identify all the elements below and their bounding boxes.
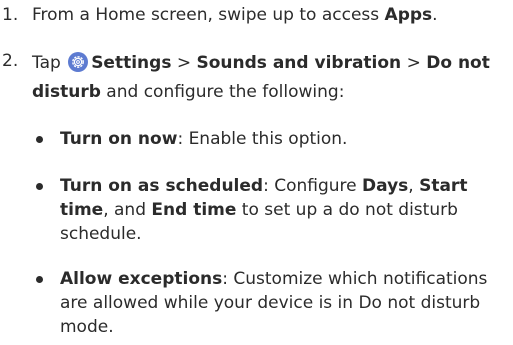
step-text: Tap Settings > Sounds and vibration > Do… bbox=[32, 49, 505, 107]
step-text: From a Home screen, swipe up to access A… bbox=[32, 3, 505, 27]
step-text-part: and configure the following: bbox=[100, 82, 345, 102]
option-description: : Configure bbox=[263, 176, 363, 196]
step-text-part: Tap bbox=[32, 53, 67, 73]
option-name: Turn on now bbox=[60, 129, 178, 149]
bullet-text: Allow exceptions: Customize which notifi… bbox=[60, 267, 506, 339]
step-text-part: . bbox=[432, 5, 438, 25]
step-number: 1. bbox=[2, 5, 19, 25]
end-time-label: End time bbox=[151, 200, 237, 220]
settings-gear-icon bbox=[68, 52, 89, 72]
settings-label: Settings bbox=[91, 53, 172, 73]
step-text-part: > bbox=[171, 53, 197, 73]
apps-label: Apps bbox=[384, 5, 433, 25]
bullet-text: Turn on now: Enable this option. bbox=[60, 127, 506, 151]
step-text-part: From a Home screen, swipe up to access bbox=[32, 5, 385, 25]
days-label: Days bbox=[362, 176, 409, 196]
sounds-and-vibration-label: Sounds and vibration bbox=[196, 53, 402, 73]
option-description: , bbox=[408, 176, 420, 196]
bullet-text: Turn on as scheduled: Configure Days, St… bbox=[60, 174, 506, 246]
option-description: : Enable this option. bbox=[177, 129, 348, 149]
bullet-dot bbox=[36, 136, 43, 143]
option-name: Turn on as scheduled bbox=[60, 176, 264, 196]
step-text-part: > bbox=[401, 53, 427, 73]
option-name: Allow exceptions bbox=[60, 269, 223, 289]
bullet-dot bbox=[36, 276, 43, 283]
bullet-dot bbox=[36, 183, 43, 190]
step-number: 2. bbox=[2, 51, 19, 71]
instructions-document: 1. From a Home screen, swipe up to acces… bbox=[0, 0, 513, 345]
option-description: , and bbox=[103, 200, 152, 220]
